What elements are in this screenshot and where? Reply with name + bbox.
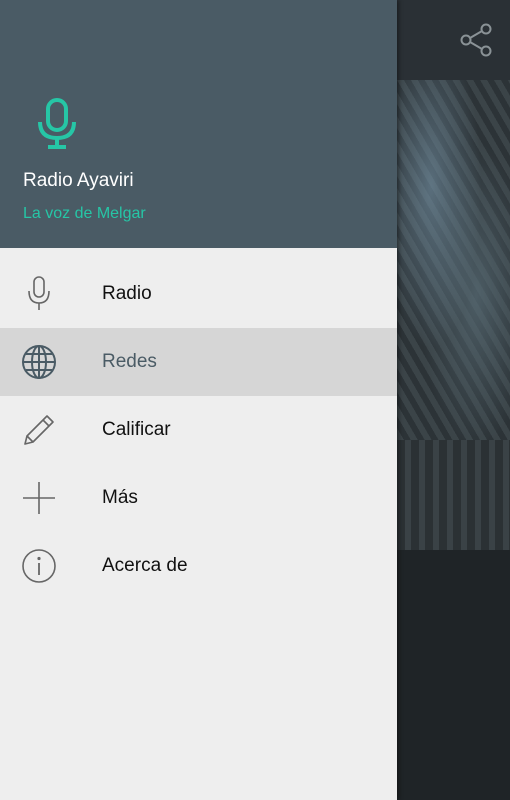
- menu-item-label: Calificar: [102, 419, 171, 440]
- menu-item-calificar[interactable]: Calificar: [0, 396, 397, 464]
- menu-item-acerca-de[interactable]: Acerca de: [0, 532, 397, 600]
- plus-icon: [20, 479, 58, 517]
- menu-item-label: Radio: [102, 283, 152, 304]
- app-subtitle: La voz de Melgar: [23, 205, 146, 222]
- share-button[interactable]: [454, 20, 498, 60]
- navigation-drawer: Radio Ayaviri La voz de Melgar Radio Red…: [0, 0, 397, 800]
- globe-icon: [20, 343, 58, 381]
- menu-item-label: Acerca de: [102, 555, 188, 576]
- microphone-icon: [38, 98, 76, 149]
- menu-item-label: Más: [102, 487, 138, 508]
- share-icon: [460, 23, 492, 57]
- pencil-icon: [20, 411, 58, 449]
- menu-item-redes[interactable]: Redes: [0, 328, 397, 396]
- background-panel: [397, 550, 510, 800]
- menu-item-label: Redes: [102, 351, 157, 372]
- app-title: Radio Ayaviri: [23, 170, 134, 191]
- menu-item-mas[interactable]: Más: [0, 464, 397, 532]
- microphone-icon: [20, 275, 58, 313]
- background-image-secondary: [397, 440, 510, 550]
- drawer-menu: Radio Redes Calificar Más Acerca de: [0, 260, 397, 600]
- menu-item-radio[interactable]: Radio: [0, 260, 397, 328]
- drawer-header: Radio Ayaviri La voz de Melgar: [0, 0, 397, 248]
- background-image: [397, 80, 510, 440]
- info-icon: [20, 547, 58, 585]
